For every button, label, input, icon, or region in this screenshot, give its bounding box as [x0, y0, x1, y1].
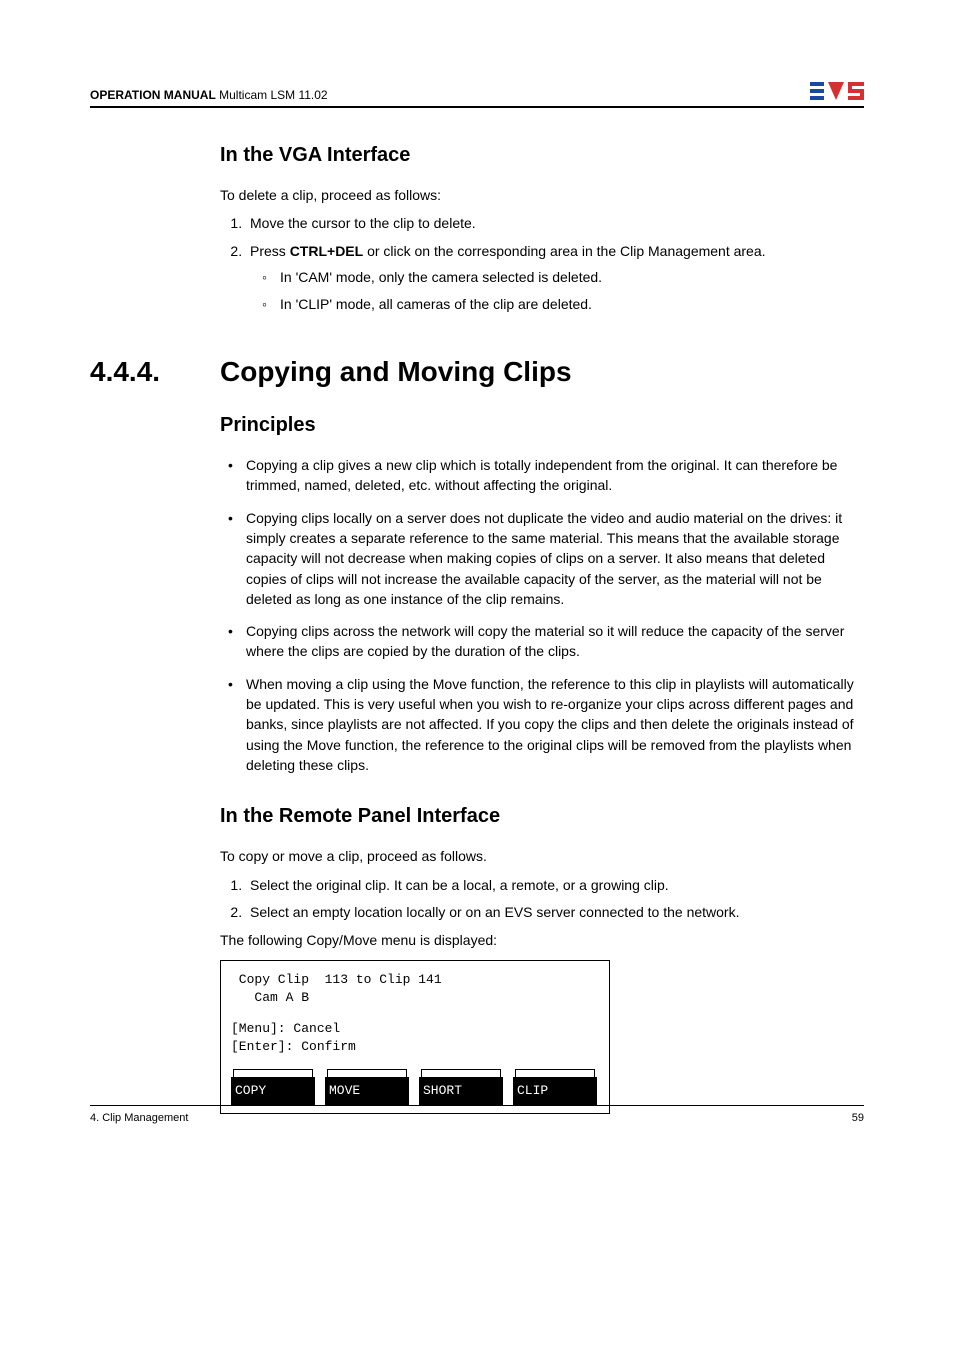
- vga-step-2: Press CTRL+DEL or click on the correspon…: [246, 241, 864, 316]
- panel-move-button[interactable]: MOVE: [325, 1077, 409, 1105]
- header-title: OPERATION MANUAL Multicam LSM 11.02: [90, 88, 328, 102]
- panel-button-row: COPY MOVE SHORT CLIP: [231, 1077, 599, 1105]
- vga-sub-1: In 'CAM' mode, only the camera selected …: [280, 267, 864, 289]
- page-footer: 4. Clip Management 59: [90, 1105, 864, 1124]
- panel-line-4: [Enter]: Confirm: [231, 1038, 599, 1056]
- vga-sub-2: In 'CLIP' mode, all cameras of the clip …: [280, 294, 864, 316]
- heading-vga: In the VGA Interface: [220, 144, 864, 167]
- principle-2: Copying clips locally on a server does n…: [246, 508, 864, 609]
- remote-outro: The following Copy/Move menu is displaye…: [220, 930, 864, 950]
- principle-4: When moving a clip using the Move functi…: [246, 674, 864, 775]
- evs-logo: [810, 80, 864, 102]
- vga-step-1: Move the cursor to the clip to delete.: [246, 213, 864, 235]
- remote-step-2: Select an empty location locally or on a…: [246, 902, 864, 924]
- header-rest: Multicam LSM 11.02: [216, 88, 328, 102]
- copy-move-panel: Copy Clip 113 to Clip 141 Cam A B [Menu]…: [220, 960, 610, 1114]
- footer-page-number: 59: [852, 1112, 864, 1124]
- heading-remote: In the Remote Panel Interface: [220, 805, 864, 828]
- vga-substeps: In 'CAM' mode, only the camera selected …: [250, 267, 864, 316]
- page-header: OPERATION MANUAL Multicam LSM 11.02: [90, 80, 864, 108]
- heading-principles: Principles: [220, 414, 864, 437]
- principle-1: Copying a clip gives a new clip which is…: [246, 455, 864, 496]
- footer-chapter: 4. Clip Management: [90, 1112, 188, 1124]
- panel-copy-button[interactable]: COPY: [231, 1077, 315, 1105]
- vga-steps: Move the cursor to the clip to delete. P…: [220, 213, 864, 316]
- section-number: 4.4.4.: [90, 356, 220, 388]
- panel-line-1: Copy Clip 113 to Clip 141: [231, 971, 599, 989]
- remote-intro: To copy or move a clip, proceed as follo…: [220, 846, 864, 866]
- header-bold: OPERATION MANUAL: [90, 88, 216, 102]
- panel-line-2: Cam A B: [231, 989, 599, 1007]
- panel-short-button[interactable]: SHORT: [419, 1077, 503, 1105]
- panel-line-3: [Menu]: Cancel: [231, 1020, 599, 1038]
- remote-step-1: Select the original clip. It can be a lo…: [246, 875, 864, 897]
- panel-clip-button[interactable]: CLIP: [513, 1077, 597, 1105]
- principles-list: Copying a clip gives a new clip which is…: [220, 455, 864, 775]
- section-title: Copying and Moving Clips: [220, 356, 572, 388]
- principle-3: Copying clips across the network will co…: [246, 621, 864, 662]
- vga-intro: To delete a clip, proceed as follows:: [220, 185, 864, 205]
- section-4-4-4-heading: 4.4.4. Copying and Moving Clips: [90, 356, 864, 388]
- remote-steps: Select the original clip. It can be a lo…: [220, 875, 864, 924]
